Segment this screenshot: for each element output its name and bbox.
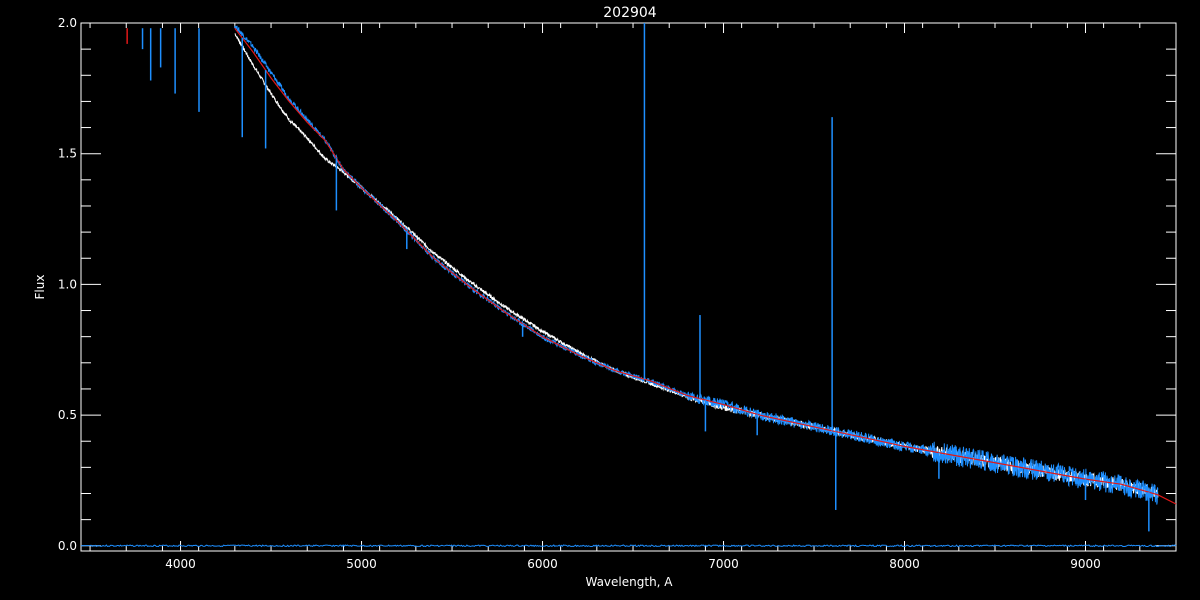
y-tick-label: 2.0 xyxy=(58,16,77,30)
x-tick-label: 7000 xyxy=(708,557,739,571)
chart-background xyxy=(0,0,1200,600)
x-tick-label: 4000 xyxy=(165,557,196,571)
chart-title: 202904 xyxy=(603,5,657,21)
y-tick-label: 1.5 xyxy=(58,147,77,161)
x-tick-label: 9000 xyxy=(1070,557,1101,571)
y-tick-label: 0.5 xyxy=(58,408,77,422)
x-tick-label: 6000 xyxy=(527,557,558,571)
y-tick-label: 1.0 xyxy=(58,277,77,291)
x-tick-label: 5000 xyxy=(346,557,377,571)
spectrum-chart: 202904 4000 5000 6000 7000 8000 9000 0.0 0.5 1.0… xyxy=(0,0,1200,600)
x-tick-label: 8000 xyxy=(889,557,920,571)
x-axis-label: Wavelength, A xyxy=(585,575,673,589)
y-tick-label: 0.0 xyxy=(58,539,77,553)
y-axis-label: Flux xyxy=(33,275,47,300)
